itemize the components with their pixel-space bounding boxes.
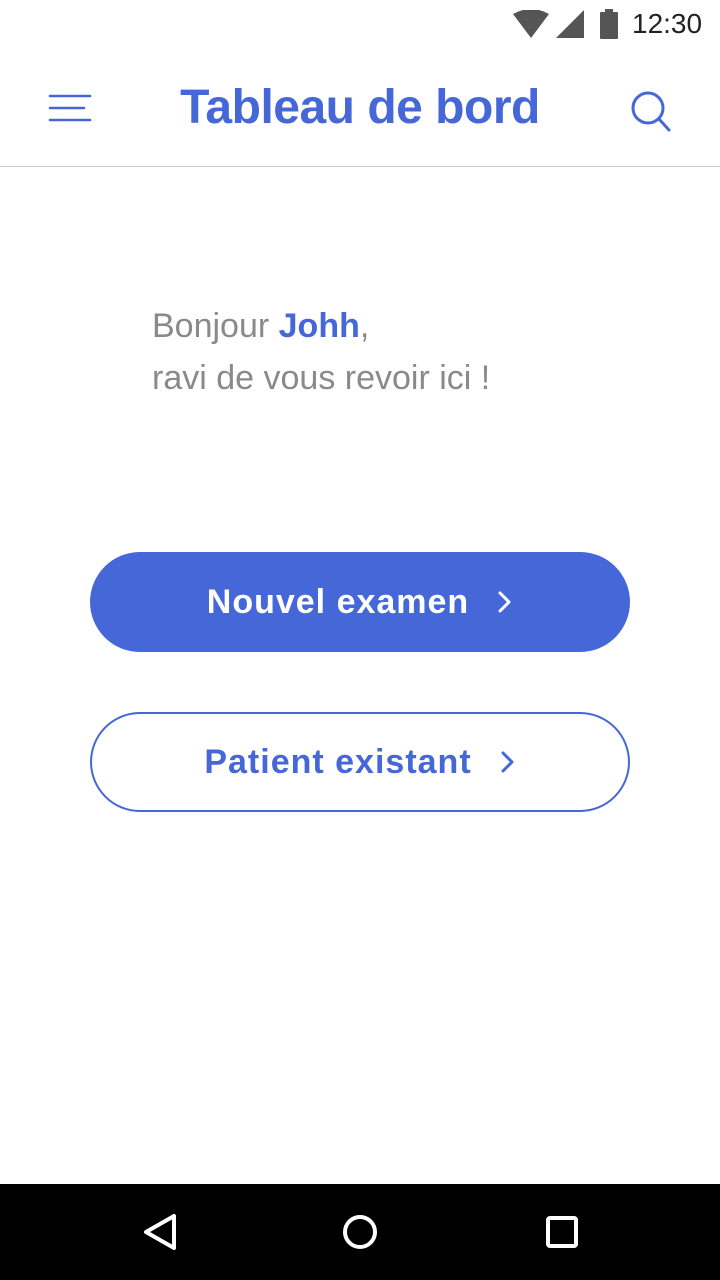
chevron-right-icon xyxy=(498,591,511,613)
user-name: Johh xyxy=(278,307,360,345)
status-bar: 12:30 xyxy=(0,0,720,48)
battery-icon xyxy=(600,9,618,39)
app-bar: Tableau de bord xyxy=(0,48,720,167)
recent-apps-icon xyxy=(546,1216,578,1248)
search-button[interactable] xyxy=(620,84,680,136)
home-button[interactable] xyxy=(336,1208,384,1256)
existing-patient-label: Patient existant xyxy=(204,742,472,781)
wifi-icon xyxy=(513,10,549,38)
home-icon xyxy=(343,1215,377,1249)
search-icon xyxy=(631,91,671,132)
navigation-bar xyxy=(0,1184,720,1280)
greeting-line-2: ravi de vous revoir ici ! xyxy=(152,359,491,397)
signal-icon xyxy=(556,10,584,38)
greeting: Bonjour Johh, ravi de vous revoir ici ! xyxy=(152,300,652,404)
greeting-line-1: Bonjour Johh, xyxy=(152,300,652,352)
page-title: Tableau de bord xyxy=(180,81,540,134)
greeting-prefix: Bonjour xyxy=(152,307,279,345)
recent-apps-button[interactable] xyxy=(538,1208,586,1256)
status-time: 12:30 xyxy=(632,8,703,39)
existing-patient-button[interactable]: Patient existant xyxy=(90,712,630,812)
new-exam-label: Nouvel examen xyxy=(206,582,470,621)
back-icon xyxy=(144,1214,176,1250)
chevron-right-icon xyxy=(501,751,514,773)
new-exam-button[interactable]: Nouvel examen xyxy=(90,552,630,652)
back-button[interactable] xyxy=(136,1208,184,1256)
greeting-suffix: , xyxy=(359,307,370,345)
